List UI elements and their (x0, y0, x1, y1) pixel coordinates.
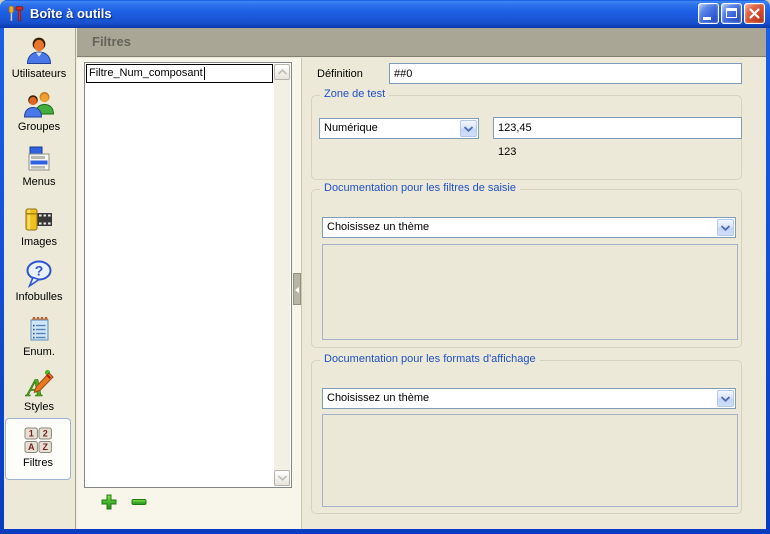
groups-icon (23, 88, 55, 120)
sidebar-item-label: Infobulles (6, 291, 72, 303)
filter-detail-pane: Définition Zone de test Numérique 123 Do… (302, 58, 766, 529)
filter-list-panel: Filtre_Num_composant (77, 58, 301, 529)
maximize-button[interactable] (721, 3, 742, 24)
menus-icon (23, 143, 55, 175)
splitter-handle[interactable] (293, 273, 301, 305)
styles-icon: A (23, 368, 55, 400)
sidebar-item-label: Styles (6, 401, 72, 413)
section-header: Filtres (77, 28, 766, 57)
sidebar-item-label: Filtres (6, 457, 70, 469)
sidebar-item-menus[interactable]: Menus (6, 143, 72, 188)
doc-affichage-title: Documentation pour les formats d'afficha… (320, 353, 540, 365)
sidebar-item-enum[interactable]: Enum. (6, 313, 72, 358)
notepad-icon (23, 313, 55, 345)
filter-name-text: Filtre_Num_composant (89, 67, 203, 79)
sidebar-item-groupes[interactable]: Groupes (6, 88, 72, 133)
test-value-input[interactable] (493, 117, 742, 139)
titlebar[interactable]: Boîte à outils (0, 0, 770, 28)
maximize-icon (726, 8, 737, 18)
scroll-up-button[interactable] (274, 64, 290, 80)
sidebar-item-images[interactable]: Images (6, 203, 72, 248)
definition-input[interactable] (389, 63, 742, 84)
toolbox-window: Boîte à outils (0, 0, 770, 534)
svg-text:1: 1 (29, 429, 34, 439)
minimize-icon (703, 17, 711, 20)
svg-text:?: ? (35, 263, 44, 279)
doc-affichage-content-area[interactable] (322, 414, 738, 507)
tooltip-icon: ? (23, 258, 55, 290)
filter-keys-icon: 12 AZ (22, 424, 54, 456)
zone-test-title: Zone de test (320, 88, 389, 100)
sidebar-item-label: Enum. (6, 346, 72, 358)
sidebar-item-filtres[interactable]: 12 AZ Filtres (5, 418, 71, 480)
scroll-down-button[interactable] (274, 470, 290, 486)
sidebar-item-styles[interactable]: A Styles (6, 368, 72, 413)
close-button[interactable] (744, 3, 765, 24)
chevron-down-icon (721, 396, 730, 402)
chevron-down-icon (464, 126, 473, 132)
combo-dropdown-button[interactable] (717, 390, 734, 407)
filter-name-edit[interactable]: Filtre_Num_composant (86, 64, 273, 83)
test-type-value: Numérique (324, 119, 378, 138)
text-caret (204, 67, 205, 80)
combo-dropdown-button[interactable] (460, 120, 477, 137)
test-result-text: 123 (498, 146, 516, 158)
doc-saisie-theme-value: Choisissez un thème (327, 218, 429, 237)
window-controls (698, 3, 765, 24)
doc-saisie-content-area[interactable] (322, 244, 738, 340)
list-scrollbar[interactable] (274, 64, 290, 486)
toolbox-icon (7, 5, 25, 23)
remove-filter-button[interactable] (130, 493, 148, 511)
chevron-down-icon (278, 475, 287, 481)
add-filter-button[interactable] (100, 493, 118, 511)
user-icon (23, 35, 55, 67)
film-icon (23, 203, 55, 235)
svg-text:Z: Z (42, 442, 48, 452)
sidebar-item-label: Images (6, 236, 72, 248)
sidebar-item-utilisateurs[interactable]: Utilisateurs (6, 35, 72, 80)
doc-saisie-theme-combobox[interactable]: Choisissez un thème (322, 217, 736, 238)
close-icon (745, 4, 764, 23)
sidebar-item-label: Utilisateurs (6, 68, 72, 80)
combo-dropdown-button[interactable] (717, 219, 734, 236)
plus-icon (100, 493, 118, 511)
svg-text:A: A (28, 442, 35, 452)
sidebar-item-infobulles[interactable]: ? Infobulles (6, 258, 72, 303)
minimize-button[interactable] (698, 3, 719, 24)
chevron-down-icon (721, 225, 730, 231)
section-title: Filtres (77, 28, 766, 49)
filter-listbox[interactable]: Filtre_Num_composant (84, 62, 292, 488)
sidebar-item-label: Groupes (6, 121, 72, 133)
minus-icon (130, 493, 148, 511)
window-title: Boîte à outils (30, 0, 112, 27)
doc-affichage-theme-combobox[interactable]: Choisissez un thème (322, 388, 736, 409)
window-content: Utilisateurs Groupes (4, 28, 766, 529)
doc-affichage-theme-value: Choisissez un thème (327, 389, 429, 408)
svg-text:2: 2 (43, 429, 48, 439)
test-type-combobox[interactable]: Numérique (319, 118, 479, 139)
definition-label: Définition (317, 68, 363, 80)
sidebar-item-label: Menus (6, 176, 72, 188)
sidebar: Utilisateurs Groupes (4, 28, 76, 529)
chevron-up-icon (278, 69, 287, 75)
doc-saisie-title: Documentation pour les filtres de saisie (320, 182, 520, 194)
